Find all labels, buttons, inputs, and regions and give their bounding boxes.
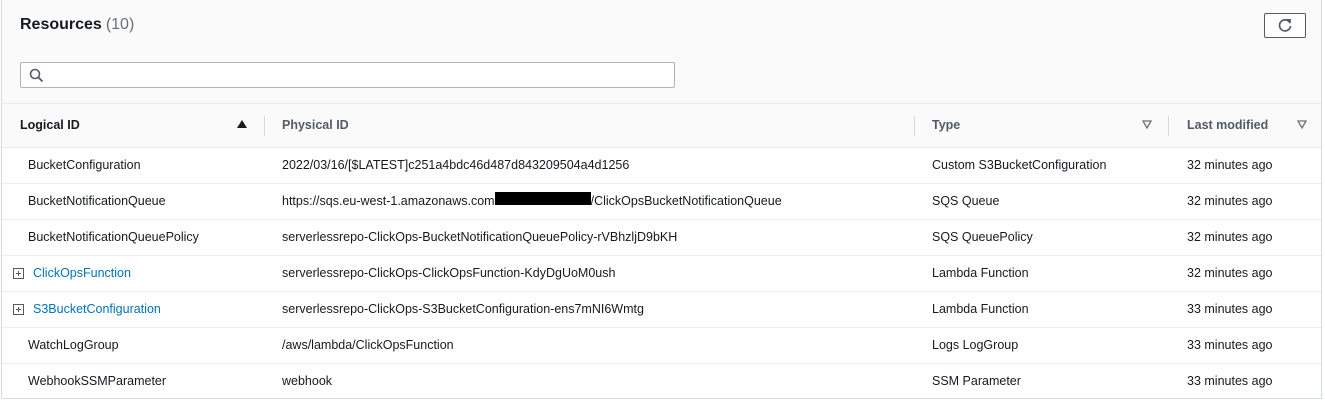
resources-panel: Resources (10) Logical ID Physical ID Typ… — [1, 0, 1322, 399]
expand-plus-icon[interactable] — [13, 304, 24, 315]
logical-id-link[interactable]: S3BucketConfiguration — [33, 292, 161, 327]
column-header-type[interactable]: Type — [932, 104, 960, 147]
physical-id-cell: serverlessrepo-ClickOps-S3BucketConfigur… — [282, 302, 644, 316]
column-divider[interactable] — [914, 116, 915, 136]
last-modified-cell: 32 minutes ago — [1187, 194, 1273, 208]
last-modified-cell: 32 minutes ago — [1187, 230, 1273, 244]
refresh-button[interactable] — [1264, 13, 1306, 38]
physical-id-cell: serverlessrepo-ClickOps-BucketNotificati… — [282, 230, 678, 244]
logical-id-cell: WebhookSSMParameter — [28, 374, 167, 388]
sort-icon[interactable] — [1296, 118, 1308, 130]
physical-id-cell: https://sqs.eu-west-1.amazonaws.com/Clic… — [282, 184, 782, 219]
logical-id-link[interactable]: ClickOpsFunction — [33, 256, 131, 291]
last-modified-cell: 33 minutes ago — [1187, 374, 1273, 388]
last-modified-cell: 33 minutes ago — [1187, 302, 1273, 316]
column-header-physical-id[interactable]: Physical ID — [282, 104, 349, 147]
last-modified-cell: 32 minutes ago — [1187, 158, 1273, 172]
sort-icon[interactable] — [1141, 118, 1153, 130]
table-header: Logical ID Physical ID Type Last modifie… — [2, 103, 1321, 148]
type-cell: Lambda Function — [932, 266, 1029, 280]
column-header-last-modified[interactable]: Last modified — [1187, 104, 1268, 147]
physical-id-cell: serverlessrepo-ClickOps-ClickOpsFunction… — [282, 266, 616, 280]
redacted-account-id — [494, 191, 591, 205]
table-row: ClickOpsFunction serverlessrepo-ClickOps… — [2, 256, 1321, 292]
logical-id-cell: WatchLogGroup — [28, 338, 119, 352]
refresh-icon — [1278, 18, 1292, 32]
last-modified-cell: 33 minutes ago — [1187, 338, 1273, 352]
physical-id-suffix: /ClickOpsBucketNotificationQueue — [590, 194, 782, 208]
panel-title: Resources (10) — [20, 16, 134, 34]
table-row: BucketNotificationQueue https://sqs.eu-w… — [2, 184, 1321, 220]
search-icon — [29, 68, 44, 83]
physical-id-cell: 2022/03/16/[$LATEST]c251a4bdc46d487d8432… — [282, 158, 630, 172]
logical-id-cell: BucketNotificationQueuePolicy — [28, 230, 199, 244]
type-cell: Logs LogGroup — [932, 338, 1019, 352]
physical-id-cell: /aws/lambda/ClickOpsFunction — [282, 338, 454, 352]
search-input[interactable] — [51, 65, 670, 87]
search-field[interactable] — [20, 62, 675, 88]
column-header-logical-id[interactable]: Logical ID — [20, 104, 80, 147]
table-row: WatchLogGroup /aws/lambda/ClickOpsFuncti… — [2, 328, 1321, 364]
panel-header: Resources (10) — [2, 0, 1321, 103]
expand-plus-icon[interactable] — [13, 268, 24, 279]
type-cell: SSM Parameter — [932, 374, 1021, 388]
type-cell: SQS QueuePolicy — [932, 230, 1033, 244]
table-row: S3BucketConfiguration serverlessrepo-Cli… — [2, 292, 1321, 328]
column-divider[interactable] — [1168, 116, 1169, 136]
type-cell: SQS Queue — [932, 194, 1000, 208]
table-row: BucketNotificationQueuePolicy serverless… — [2, 220, 1321, 256]
type-cell: Lambda Function — [932, 302, 1029, 316]
physical-id-cell: webhook — [282, 374, 333, 388]
last-modified-cell: 32 minutes ago — [1187, 266, 1273, 280]
column-divider[interactable] — [264, 116, 265, 136]
logical-id-cell: BucketNotificationQueue — [28, 194, 166, 208]
sort-ascending-icon[interactable] — [236, 118, 248, 130]
title-text: Resources — [20, 16, 102, 33]
type-cell: Custom S3BucketConfiguration — [932, 158, 1107, 172]
physical-id-prefix: https://sqs.eu-west-1.amazonaws.com — [282, 194, 495, 208]
resource-count: (10) — [105, 16, 135, 33]
table-row: WebhookSSMParameter webhook SSM Paramete… — [2, 364, 1321, 400]
table-row: BucketConfiguration 2022/03/16/[$LATEST]… — [2, 148, 1321, 184]
logical-id-cell: BucketConfiguration — [28, 158, 141, 172]
